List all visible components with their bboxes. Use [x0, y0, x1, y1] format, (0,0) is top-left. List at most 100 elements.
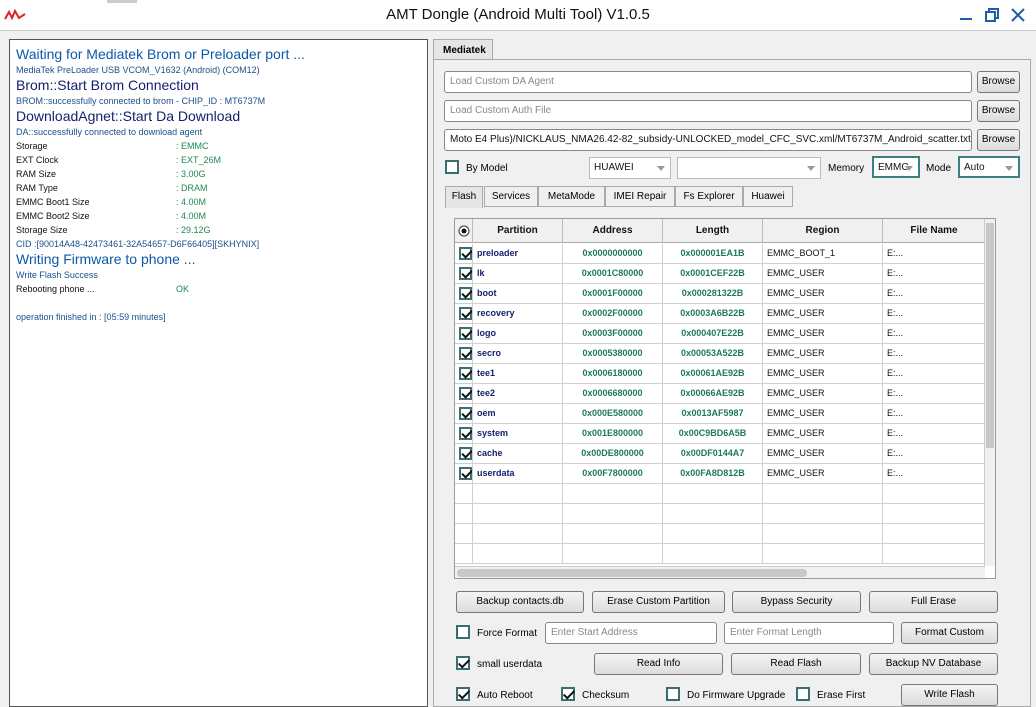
cell-partition: system [473, 424, 563, 444]
table-row[interactable]: secro 0x0005380000 0x00053A522B EMMC_USER E:… [455, 344, 985, 364]
cell-region: EMMC_BOOT_1 [763, 244, 883, 264]
tab-metamode[interactable]: MetaMode [538, 186, 605, 207]
row-checkbox[interactable] [459, 467, 472, 480]
tab-flash[interactable]: Flash [445, 186, 483, 208]
col-length[interactable]: Length [663, 219, 763, 243]
table-row[interactable]: tee1 0x0006180000 0x00061AE92B EMMC_USER E:.… [455, 364, 985, 384]
table-row[interactable]: recovery 0x0002F00000 0x0003A6B22B EMMC_USE… [455, 304, 985, 324]
log-line: DownloadAgnet::Start Da Download [16, 108, 241, 124]
row-select-cell [455, 464, 473, 484]
horizontal-scrollbar[interactable] [455, 566, 985, 578]
row-checkbox[interactable] [459, 387, 472, 400]
backup-nv-database-button[interactable]: Backup NV Database [869, 653, 998, 675]
vertical-scroll-thumb[interactable] [986, 223, 994, 448]
browse-auth-button[interactable]: Browse [977, 100, 1020, 122]
auto-reboot-checkbox[interactable] [456, 687, 470, 701]
memory-select[interactable]: EMMC [872, 156, 920, 178]
browse-scatter-button[interactable]: Browse [977, 129, 1020, 151]
full-erase-button[interactable]: Full Erase [869, 591, 998, 613]
small-userdata-checkbox[interactable] [456, 656, 470, 670]
write-flash-button[interactable]: Write Flash [901, 684, 998, 706]
table-row[interactable]: logo 0x0003F00000 0x000407E22B EMMC_USER E:.… [455, 324, 985, 344]
row-checkbox[interactable] [459, 407, 472, 420]
horizontal-scroll-thumb[interactable] [457, 569, 807, 577]
table-row[interactable]: lk 0x0001C80000 0x0001CEF22B EMMC_USER E:... [455, 264, 985, 284]
table-row[interactable] [455, 504, 985, 524]
mode-select[interactable]: Auto [958, 156, 1020, 178]
cell-partition: userdata [473, 464, 563, 484]
cell-length: 0x0003A6B22B [663, 304, 763, 324]
auto-reboot-label: Auto Reboot [477, 690, 533, 701]
force-format-checkbox[interactable] [456, 625, 470, 639]
table-row[interactable]: oem 0x000E580000 0x0013AF5987 EMMC_USER E:..… [455, 404, 985, 424]
col-region[interactable]: Region [763, 219, 883, 243]
tab-imei-repair[interactable]: IMEI Repair [605, 186, 675, 207]
info-value: : DRAM [176, 183, 208, 193]
erase-custom-partition-button[interactable]: Erase Custom Partition [592, 591, 725, 613]
by-model-checkbox[interactable] [445, 160, 459, 174]
table-row[interactable]: system 0x001E800000 0x00C9BD6A5B EMMC_USER E… [455, 424, 985, 444]
model-select[interactable] [677, 157, 821, 179]
row-checkbox[interactable] [459, 447, 472, 460]
small-userdata-label: small userdata [477, 659, 543, 670]
table-row[interactable] [455, 544, 985, 564]
checksum-checkbox[interactable] [561, 687, 575, 701]
cell-address: 0x0001F00000 [563, 284, 663, 304]
tab-fs-explorer[interactable]: Fs Explorer [675, 186, 743, 207]
col-file-name[interactable]: File Name [883, 219, 985, 243]
brand-select[interactable]: HUAWEI [589, 157, 671, 179]
format-length-field[interactable]: Enter Format Length [724, 622, 894, 644]
cell-length: 0x00C9BD6A5B [663, 424, 763, 444]
backup-contacts-button[interactable]: Backup contacts.db [456, 591, 584, 613]
info-key: RAM Size [16, 169, 57, 179]
row-checkbox[interactable] [459, 287, 472, 300]
maximize-icon[interactable] [983, 6, 1001, 24]
table-row[interactable]: preloader 0x0000000000 0x000001EA1B EMMC_BO… [455, 244, 985, 264]
row-checkbox[interactable] [459, 267, 472, 280]
select-all-radio[interactable] [455, 219, 473, 243]
read-info-button[interactable]: Read Info [594, 653, 723, 675]
erase-first-checkbox[interactable] [796, 687, 810, 701]
force-format-label: Force Format [477, 628, 538, 639]
table-row[interactable]: userdata 0x00F7800000 0x00FA8D812B EMMC_USE… [455, 464, 985, 484]
col-partition[interactable]: Partition [473, 219, 563, 243]
format-custom-button[interactable]: Format Custom [901, 622, 998, 644]
table-row[interactable]: tee2 0x0006680000 0x00066AE92B EMMC_USER E:.… [455, 384, 985, 404]
table-row[interactable]: boot 0x0001F00000 0x000281322B EMMC_USER E:.… [455, 284, 985, 304]
browse-da-button[interactable]: Browse [977, 71, 1020, 93]
tab-services[interactable]: Services [484, 186, 538, 207]
cell-partition: oem [473, 404, 563, 424]
cell-partition: cache [473, 444, 563, 464]
read-flash-button[interactable]: Read Flash [731, 653, 861, 675]
minimize-icon[interactable] [957, 6, 975, 24]
info-row: EMMC Boot1 Size: 4.00M [16, 195, 421, 209]
close-icon[interactable] [1009, 6, 1027, 24]
row-checkbox[interactable] [459, 427, 472, 440]
log-line: Waiting for Mediatek Brom or Preloader p… [16, 46, 305, 62]
row-checkbox[interactable] [459, 367, 472, 380]
start-address-field[interactable]: Enter Start Address [545, 622, 717, 644]
cell-length [663, 504, 763, 524]
do-firmware-upgrade-checkbox[interactable] [666, 687, 680, 701]
row-checkbox[interactable] [459, 307, 472, 320]
cell-file-name [883, 484, 985, 504]
table-row[interactable] [455, 524, 985, 544]
tab-huawei[interactable]: Huawei [743, 186, 793, 207]
table-row[interactable] [455, 484, 985, 504]
bypass-security-button[interactable]: Bypass Security [732, 591, 861, 613]
row-select-cell [455, 364, 473, 384]
cell-length: 0x0001CEF22B [663, 264, 763, 284]
info-key: EXT Clock [16, 155, 59, 165]
row-checkbox[interactable] [459, 347, 472, 360]
auth-file-field[interactable]: Load Custom Auth File [444, 100, 972, 122]
da-agent-field[interactable]: Load Custom DA Agent [444, 71, 972, 93]
row-checkbox[interactable] [459, 247, 472, 260]
col-address[interactable]: Address [563, 219, 663, 243]
tab-mediatek[interactable]: Mediatek [433, 39, 493, 60]
vertical-scrollbar[interactable] [984, 219, 995, 566]
row-checkbox[interactable] [459, 327, 472, 340]
table-row[interactable]: cache 0x00DE800000 0x00DF0144A7 EMMC_USER E:… [455, 444, 985, 464]
cell-partition: preloader [473, 244, 563, 264]
scatter-file-field[interactable]: Moto E4 Plus)/NICKLAUS_NMA26.42-82_subsi… [444, 129, 972, 151]
cell-region [763, 544, 883, 564]
